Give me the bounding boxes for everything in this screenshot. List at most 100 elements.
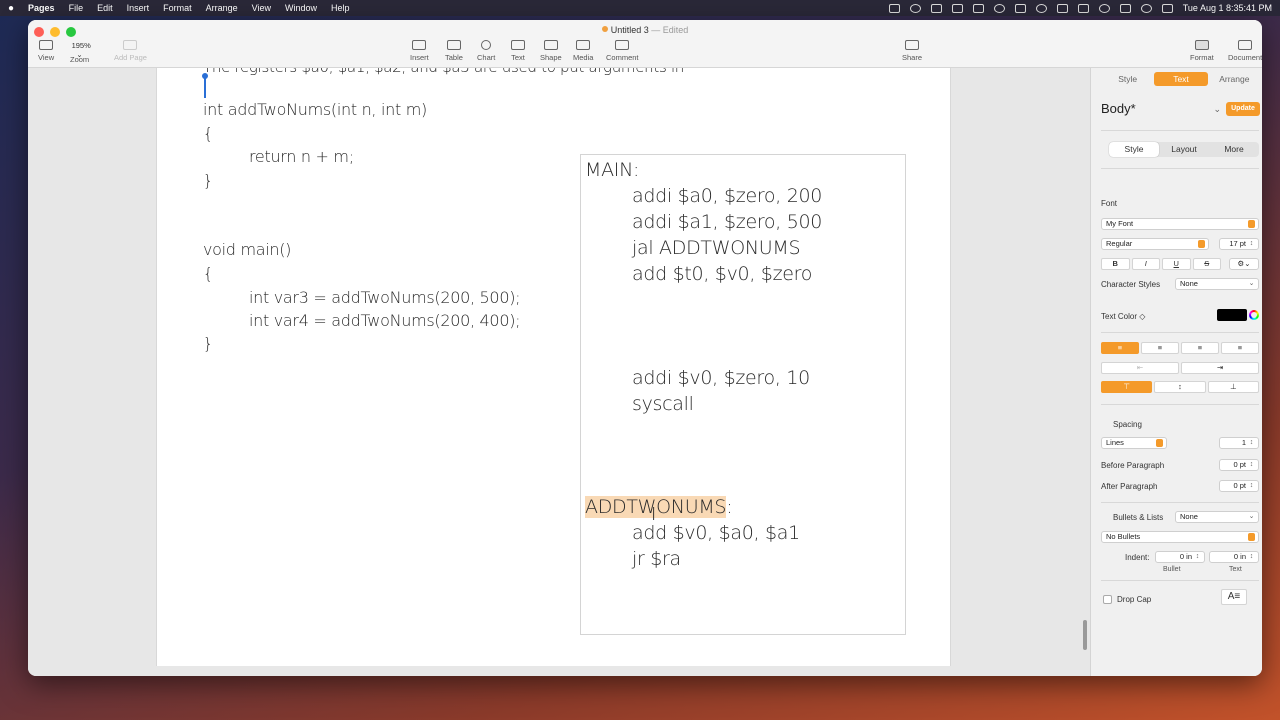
align-middle-button[interactable]: ↕ xyxy=(1154,381,1206,393)
control-center-icon[interactable] xyxy=(1161,3,1173,13)
stepper-icon[interactable]: ↕ xyxy=(1248,439,1255,447)
clipboard-icon[interactable] xyxy=(930,3,942,13)
media-button[interactable]: Media xyxy=(573,40,593,62)
tab-arrange[interactable]: Arrange xyxy=(1208,72,1261,86)
c-code-line[interactable]: int addTwoNums(int n, int m) xyxy=(203,100,427,119)
c-code-line[interactable]: { xyxy=(203,124,213,143)
after-paragraph-field[interactable]: 0 pt ↕ xyxy=(1219,480,1259,492)
timer-icon[interactable] xyxy=(1035,3,1047,13)
asm-line[interactable]: add $v0, $a0, $a1 xyxy=(632,522,800,544)
asm-line[interactable]: addi $a1, $zero, 500 xyxy=(632,211,822,233)
c-code-line[interactable]: int var3 = addTwoNums(200, 500); xyxy=(249,288,521,307)
c-code-line[interactable]: { xyxy=(203,264,213,283)
document-canvas[interactable]: The registers $a0, $a1, $a2, and $a3 are… xyxy=(28,68,1090,676)
line-spacing-mode-menu[interactable]: Lines xyxy=(1101,437,1167,449)
spotlight-icon[interactable] xyxy=(1140,3,1152,13)
menu-pages[interactable]: Pages xyxy=(28,3,55,13)
assembly-text-box[interactable]: MAIN: addi $a0, $zero, 200 addi $a1, $ze… xyxy=(580,154,906,635)
menu-window[interactable]: Window xyxy=(285,3,317,13)
menu-format[interactable]: Format xyxy=(163,3,192,13)
c-code-line[interactable]: int var4 = addTwoNums(200, 400); xyxy=(249,311,521,330)
document-title[interactable]: Untitled 3 — Edited xyxy=(28,25,1262,35)
gamepad-icon[interactable] xyxy=(1014,3,1026,13)
spacing-heading[interactable]: Spacing xyxy=(1113,420,1142,429)
font-weight-menu[interactable]: Regular xyxy=(1101,238,1209,250)
stepper-icon[interactable]: ↕ xyxy=(1248,240,1255,248)
cloud-icon[interactable] xyxy=(909,3,921,13)
before-paragraph-field[interactable]: 0 pt ↕ xyxy=(1219,459,1259,471)
shape-button[interactable]: Shape xyxy=(540,40,562,62)
decrease-indent-button[interactable]: ⇤ xyxy=(1101,362,1179,374)
document-page[interactable]: The registers $a0, $a1, $a2, and $a3 are… xyxy=(156,68,951,666)
wifi-icon[interactable] xyxy=(1098,3,1110,13)
menu-view[interactable]: View xyxy=(252,3,271,13)
justify-button[interactable]: ≡ xyxy=(1221,342,1259,354)
increase-indent-button[interactable]: ⇥ xyxy=(1181,362,1259,374)
stepper-icon[interactable]: ↕ xyxy=(1248,482,1255,490)
list-style-menu[interactable]: None ⌄ xyxy=(1175,511,1259,523)
menu-file[interactable]: File xyxy=(69,3,84,13)
c-code-line[interactable]: void main() xyxy=(203,240,291,259)
font-size-field[interactable]: 17 pt ↕ xyxy=(1219,238,1259,250)
menubar-clock[interactable]: Tue Aug 1 8:35:41 PM xyxy=(1183,3,1272,13)
menu-insert[interactable]: Insert xyxy=(127,3,150,13)
battery-icon[interactable] xyxy=(1077,3,1089,13)
stepper-icon[interactable]: ↕ xyxy=(1248,461,1255,469)
menu-edit[interactable]: Edit xyxy=(97,3,113,13)
tool-icon[interactable] xyxy=(972,3,984,13)
chart-button[interactable]: Chart xyxy=(477,40,495,62)
asm-label-main[interactable]: MAIN: xyxy=(585,159,639,181)
stepper-icon[interactable]: ↕ xyxy=(1248,553,1255,561)
align-center-button[interactable]: ≡ xyxy=(1141,342,1179,354)
asm-line[interactable]: syscall xyxy=(632,393,694,415)
text-color-label[interactable]: Text Color ◇ xyxy=(1101,312,1145,321)
align-left-button[interactable]: ≡ xyxy=(1101,342,1139,354)
vpn-icon[interactable] xyxy=(993,3,1005,13)
bullets-lists-heading[interactable]: Bullets & Lists xyxy=(1113,513,1163,522)
zoom-menu[interactable]: 195% ⌄ Zoom xyxy=(70,40,91,64)
document-button[interactable]: Document xyxy=(1228,40,1262,62)
color-wheel-icon[interactable] xyxy=(1249,310,1259,320)
insert-button[interactable]: Insert xyxy=(410,40,429,62)
subtab-style[interactable]: Style xyxy=(1109,142,1159,157)
display-icon[interactable] xyxy=(1056,3,1068,13)
bullet-indent-field[interactable]: 0 in ↕ xyxy=(1155,551,1205,563)
comment-button[interactable]: Comment xyxy=(606,40,639,62)
asm-line[interactable]: addi $v0, $zero, 10 xyxy=(632,367,810,389)
align-top-button[interactable]: ⊤ xyxy=(1101,381,1153,393)
align-right-button[interactable]: ≡ xyxy=(1181,342,1219,354)
menu-help[interactable]: Help xyxy=(331,3,350,13)
asm-line[interactable]: add $t0, $v0, $zero xyxy=(632,263,812,285)
tab-text[interactable]: Text xyxy=(1154,72,1208,86)
drop-cap-checkbox[interactable] xyxy=(1103,595,1112,604)
bullet-style-menu[interactable]: No Bullets xyxy=(1101,531,1259,543)
add-page-button[interactable]: Add Page xyxy=(114,40,147,62)
drop-cap-style-icon[interactable]: A≡ xyxy=(1221,589,1247,605)
asm-line[interactable]: jal ADDTWONUMS xyxy=(632,237,801,259)
share-button[interactable]: Share xyxy=(902,40,922,62)
font-name-menu[interactable]: My Font xyxy=(1101,218,1259,230)
paragraph-style-menu[interactable]: Body* ⌄ xyxy=(1101,98,1221,120)
underline-button[interactable]: U xyxy=(1162,258,1191,270)
view-button[interactable]: View xyxy=(38,40,54,62)
subtab-more[interactable]: More xyxy=(1209,142,1259,157)
c-code-line[interactable]: return n + m; xyxy=(249,147,354,166)
asm-line[interactable]: addi $a0, $zero, 200 xyxy=(632,185,822,207)
character-styles-menu[interactable]: None ⌄ xyxy=(1175,278,1259,290)
advanced-options-button[interactable]: ⚙⌄ xyxy=(1229,258,1259,270)
format-button[interactable]: Format xyxy=(1190,40,1214,62)
align-bottom-button[interactable]: ⊥ xyxy=(1207,381,1259,393)
text-color-swatch[interactable] xyxy=(1217,309,1247,321)
subtab-layout[interactable]: Layout xyxy=(1159,142,1209,157)
table-button[interactable]: Table xyxy=(445,40,463,62)
stepper-icon[interactable]: ↕ xyxy=(1194,553,1201,561)
strikethrough-button[interactable]: S xyxy=(1192,258,1221,270)
apple-icon[interactable]: ● xyxy=(8,3,14,14)
c-code-line[interactable]: } xyxy=(203,171,213,190)
asm-label-addtwonums[interactable]: ADDTWONUMS: xyxy=(585,496,733,518)
c-code-line[interactable]: } xyxy=(203,334,213,353)
partial-text-line[interactable]: The registers $a0, $a1, $a2, and $a3 are… xyxy=(203,68,684,76)
text-indent-field[interactable]: 0 in ↕ xyxy=(1209,551,1259,563)
bluetooth-icon[interactable] xyxy=(1119,3,1131,13)
italic-button[interactable]: I xyxy=(1131,258,1160,270)
